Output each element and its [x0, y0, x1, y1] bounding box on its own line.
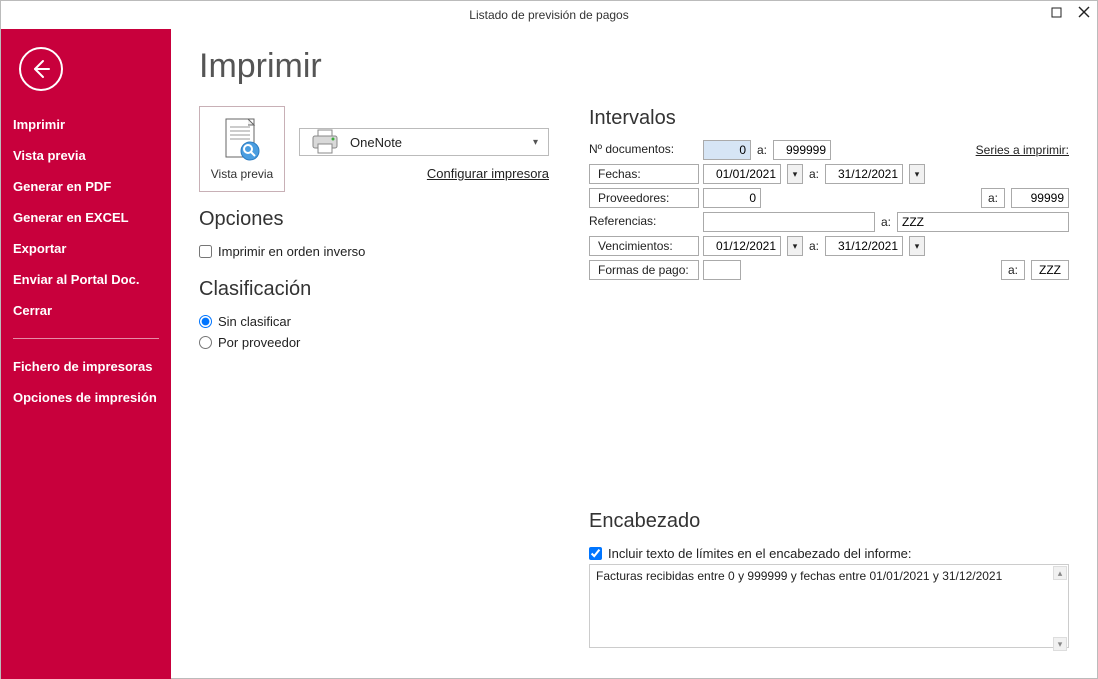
proveedores-button[interactable]: Proveedores:: [589, 188, 699, 208]
a-label-1: a:: [757, 143, 767, 157]
printer-name: OneNote: [350, 135, 523, 150]
sidebar-item-generar-pdf[interactable]: Generar en PDF: [1, 171, 171, 202]
sidebar: Imprimir Vista previa Generar en PDF Gen…: [1, 29, 171, 679]
vista-previa-button[interactable]: Vista previa: [199, 106, 285, 192]
clasif-radio-2[interactable]: [199, 336, 212, 349]
clasif-sin-clasificar[interactable]: Sin clasificar: [199, 311, 549, 332]
sidebar-item-vista-previa[interactable]: Vista previa: [1, 140, 171, 171]
sidebar-item-exportar[interactable]: Exportar: [1, 233, 171, 264]
vencimientos-to-dropdown[interactable]: ▾: [909, 236, 925, 256]
fechas-from-dropdown[interactable]: ▾: [787, 164, 803, 184]
intervalos-title: Intervalos: [589, 107, 1069, 130]
incluir-limites-input[interactable]: [589, 547, 602, 560]
formas-pago-to[interactable]: [1031, 260, 1069, 280]
window-restore-button[interactable]: [1047, 3, 1065, 21]
sidebar-item-imprimir[interactable]: Imprimir: [1, 109, 171, 140]
vencimientos-from[interactable]: [703, 236, 781, 256]
vista-previa-label: Vista previa: [211, 167, 273, 181]
incluir-limites-label: Incluir texto de límites en el encabezad…: [608, 546, 912, 561]
series-a-imprimir-link[interactable]: Series a imprimir:: [976, 143, 1069, 157]
vencimientos-to[interactable]: [825, 236, 903, 256]
vencimientos-from-dropdown[interactable]: ▾: [787, 236, 803, 256]
reverse-order-input[interactable]: [199, 245, 212, 258]
n-documentos-from[interactable]: [703, 140, 751, 160]
fechas-button[interactable]: Fechas:: [589, 164, 699, 184]
proveedores-to[interactable]: [1011, 188, 1069, 208]
clasif-label-2: Por proveedor: [218, 335, 300, 350]
clasif-radio-1[interactable]: [199, 315, 212, 328]
n-documentos-to[interactable]: [773, 140, 831, 160]
printer-selector[interactable]: OneNote ▾: [299, 128, 549, 156]
textarea-scroll-up[interactable]: ▴: [1053, 566, 1067, 580]
proveedores-a-button[interactable]: a:: [981, 188, 1005, 208]
referencias-from[interactable]: [703, 212, 875, 232]
window-close-button[interactable]: [1075, 3, 1093, 21]
sidebar-separator: [13, 338, 159, 339]
reverse-order-checkbox[interactable]: Imprimir en orden inverso: [199, 241, 549, 262]
back-button[interactable]: [19, 47, 63, 91]
encabezado-text[interactable]: [589, 564, 1069, 648]
clasif-label-1: Sin clasificar: [218, 314, 291, 329]
textarea-scroll-down[interactable]: ▾: [1053, 637, 1067, 651]
sidebar-item-enviar-portal[interactable]: Enviar al Portal Doc.: [1, 264, 171, 295]
sidebar-item-opciones-impresion[interactable]: Opciones de impresión: [1, 382, 171, 413]
clasif-por-proveedor[interactable]: Por proveedor: [199, 332, 549, 353]
page-title: Imprimir: [199, 47, 549, 86]
fechas-from[interactable]: [703, 164, 781, 184]
referencias-label: Referencias:: [589, 212, 699, 232]
opciones-title: Opciones: [199, 208, 549, 231]
a-label-2: a:: [809, 167, 819, 181]
reverse-order-label: Imprimir en orden inverso: [218, 244, 365, 259]
referencias-to[interactable]: [897, 212, 1069, 232]
chevron-down-icon: ▾: [533, 137, 538, 148]
printer-icon: [310, 129, 340, 155]
clasificacion-title: Clasificación: [199, 278, 549, 301]
document-preview-icon: [220, 117, 264, 165]
sidebar-item-fichero-impresoras[interactable]: Fichero de impresoras: [1, 351, 171, 382]
window-title: Listado de previsión de pagos: [469, 8, 628, 22]
sidebar-item-cerrar[interactable]: Cerrar: [1, 295, 171, 326]
formas-pago-button[interactable]: Formas de pago:: [589, 260, 699, 280]
formas-pago-from[interactable]: [703, 260, 741, 280]
referencias-a-label: a:: [881, 215, 891, 229]
titlebar: Listado de previsión de pagos: [1, 1, 1097, 29]
n-documentos-label: Nº documentos:: [589, 140, 699, 160]
sidebar-item-generar-excel[interactable]: Generar en EXCEL: [1, 202, 171, 233]
proveedores-from[interactable]: [703, 188, 761, 208]
fechas-to-dropdown[interactable]: ▾: [909, 164, 925, 184]
vencimientos-button[interactable]: Vencimientos:: [589, 236, 699, 256]
a-label-3: a:: [809, 239, 819, 253]
incluir-limites-checkbox[interactable]: Incluir texto de límites en el encabezad…: [589, 543, 1069, 564]
formas-pago-a-button[interactable]: a:: [1001, 260, 1025, 280]
fechas-to[interactable]: [825, 164, 903, 184]
encabezado-title: Encabezado: [589, 510, 1069, 533]
configure-printer-link[interactable]: Configurar impresora: [299, 166, 549, 181]
